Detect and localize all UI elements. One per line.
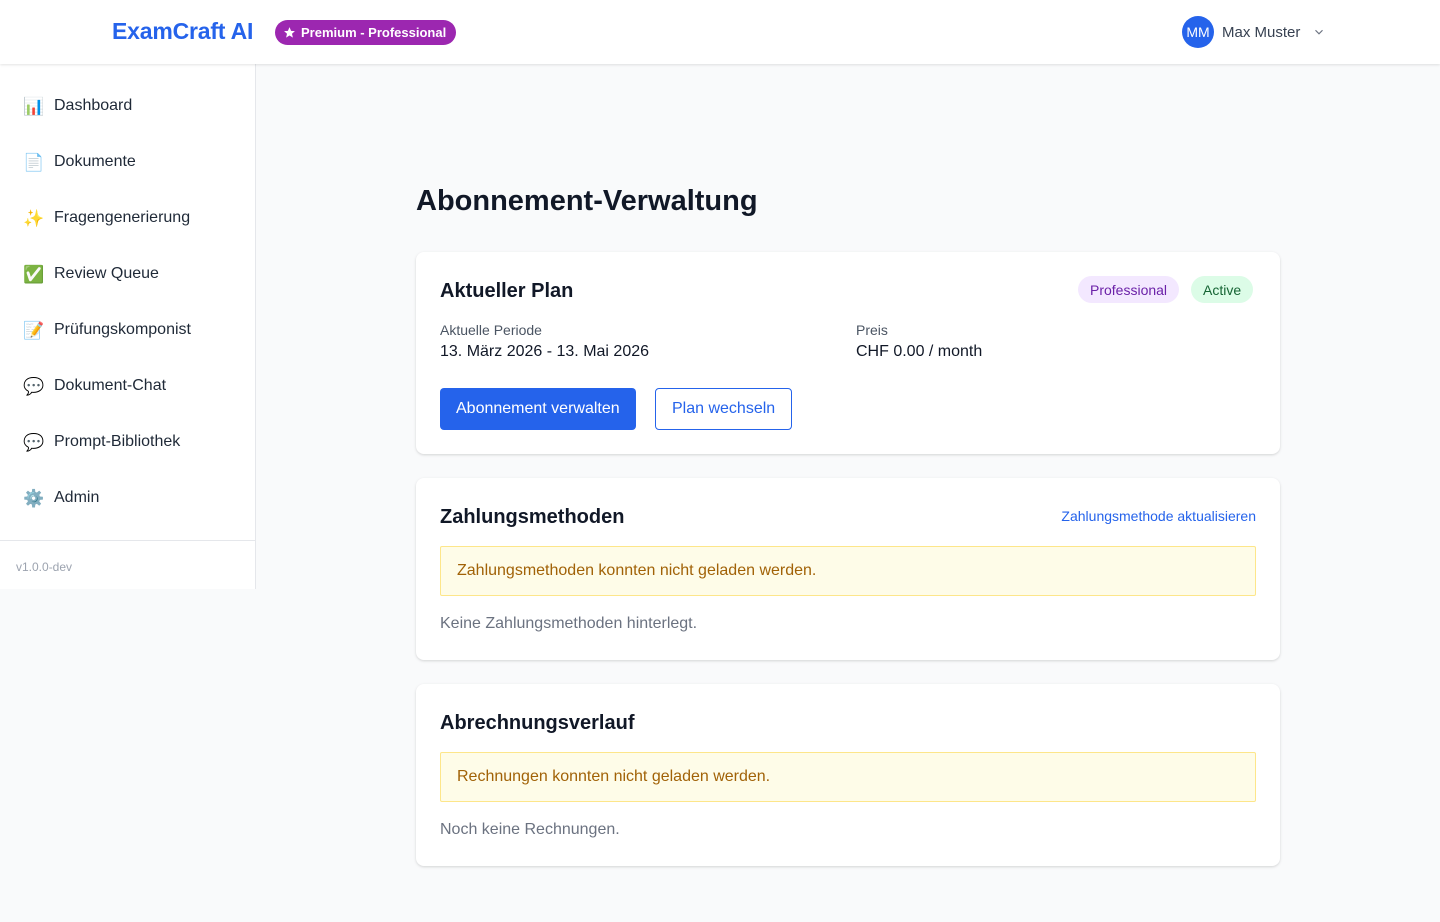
sidebar: 📊 Dashboard 📄 Dokumente ✨ Fragengenerier…	[0, 64, 256, 589]
payment-methods-card: Zahlungsmethoden Zahlungsmethode aktuali…	[416, 478, 1280, 660]
sidebar-item-prompt-bibliothek[interactable]: 💬 Prompt-Bibliothek	[0, 422, 255, 462]
premium-badge: Premium - Professional	[275, 20, 457, 45]
current-plan-card: Aktueller Plan Professional Active Aktue…	[416, 252, 1280, 454]
bar-chart-icon: 📊	[23, 96, 45, 116]
version-label: v1.0.0-dev	[16, 560, 73, 574]
brand-logo[interactable]: ExamCraft AI	[112, 18, 253, 45]
current-plan-title: Aktueller Plan	[440, 280, 574, 302]
sidebar-item-label: Prüfungskomponist	[54, 321, 191, 338]
sidebar-item-dashboard[interactable]: 📊 Dashboard	[0, 86, 255, 126]
sidebar-item-label: Prompt-Bibliothek	[54, 433, 181, 450]
billing-history-card: Abrechnungsverlauf Rechnungen konnten ni…	[416, 684, 1280, 866]
payment-methods-warning: Zahlungsmethoden konnten nicht geladen w…	[440, 546, 1256, 596]
update-payment-method-link[interactable]: Zahlungsmethode aktualisieren	[1061, 508, 1256, 524]
price-label: Preis	[856, 322, 888, 338]
period-label: Aktuelle Periode	[440, 322, 542, 338]
sidebar-item-label: Admin	[54, 489, 100, 506]
sidebar-item-label: Review Queue	[54, 265, 159, 282]
status-badge: Active	[1191, 276, 1254, 303]
change-plan-button[interactable]: Plan wechseln	[655, 388, 793, 430]
top-bar: ExamCraft AI Premium - Professional MM M…	[0, 0, 1440, 64]
plan-badge: Professional	[1078, 276, 1180, 303]
sidebar-divider	[0, 540, 255, 541]
sidebar-item-dokumente[interactable]: 📄 Dokumente	[0, 142, 255, 182]
sidebar-item-label: Dashboard	[54, 97, 133, 114]
memo-icon: 📝	[23, 320, 45, 340]
chevron-down-icon	[1315, 29, 1324, 35]
sidebar-item-label: Dokumente	[54, 153, 136, 170]
sidebar-item-label: Dokument-Chat	[54, 377, 167, 394]
star-icon	[284, 27, 295, 38]
speech-bubble-icon: 💬	[23, 432, 45, 452]
billing-history-title: Abrechnungsverlauf	[440, 712, 635, 734]
sidebar-item-label: Fragengenerierung	[54, 209, 191, 226]
avatar: MM	[1182, 16, 1214, 48]
billing-history-warning: Rechnungen konnten nicht geladen werden.	[440, 752, 1256, 802]
document-icon: 📄	[23, 152, 45, 172]
payment-methods-title: Zahlungsmethoden	[440, 506, 625, 528]
gear-icon: ⚙️	[23, 488, 45, 508]
user-menu[interactable]: MM Max Muster	[1182, 16, 1326, 48]
sparkles-icon: ✨	[23, 208, 45, 228]
sidebar-item-fragengenerierung[interactable]: ✨ Fragengenerierung	[0, 198, 255, 238]
check-mark-icon: ✅	[23, 264, 45, 284]
sidebar-item-review-queue[interactable]: ✅ Review Queue	[0, 254, 255, 294]
payment-methods-empty: Keine Zahlungsmethoden hinterlegt.	[440, 615, 698, 632]
manage-subscription-button[interactable]: Abonnement verwalten	[440, 388, 636, 430]
period-value: 13. März 2026 - 13. Mai 2026	[440, 343, 650, 360]
sidebar-item-admin[interactable]: ⚙️ Admin	[0, 478, 255, 518]
premium-badge-label: Premium - Professional	[301, 25, 447, 40]
price-value: CHF 0.00 / month	[856, 343, 983, 360]
page-title: Abonnement-Verwaltung	[416, 185, 758, 217]
sidebar-item-dokument-chat[interactable]: 💬 Dokument-Chat	[0, 366, 255, 406]
sidebar-item-pruefungskomponist[interactable]: 📝 Prüfungskomponist	[0, 310, 255, 350]
speech-bubble-icon: 💬	[23, 376, 45, 396]
user-name: Max Muster	[1222, 23, 1301, 41]
billing-history-empty: Noch keine Rechnungen.	[440, 821, 620, 838]
